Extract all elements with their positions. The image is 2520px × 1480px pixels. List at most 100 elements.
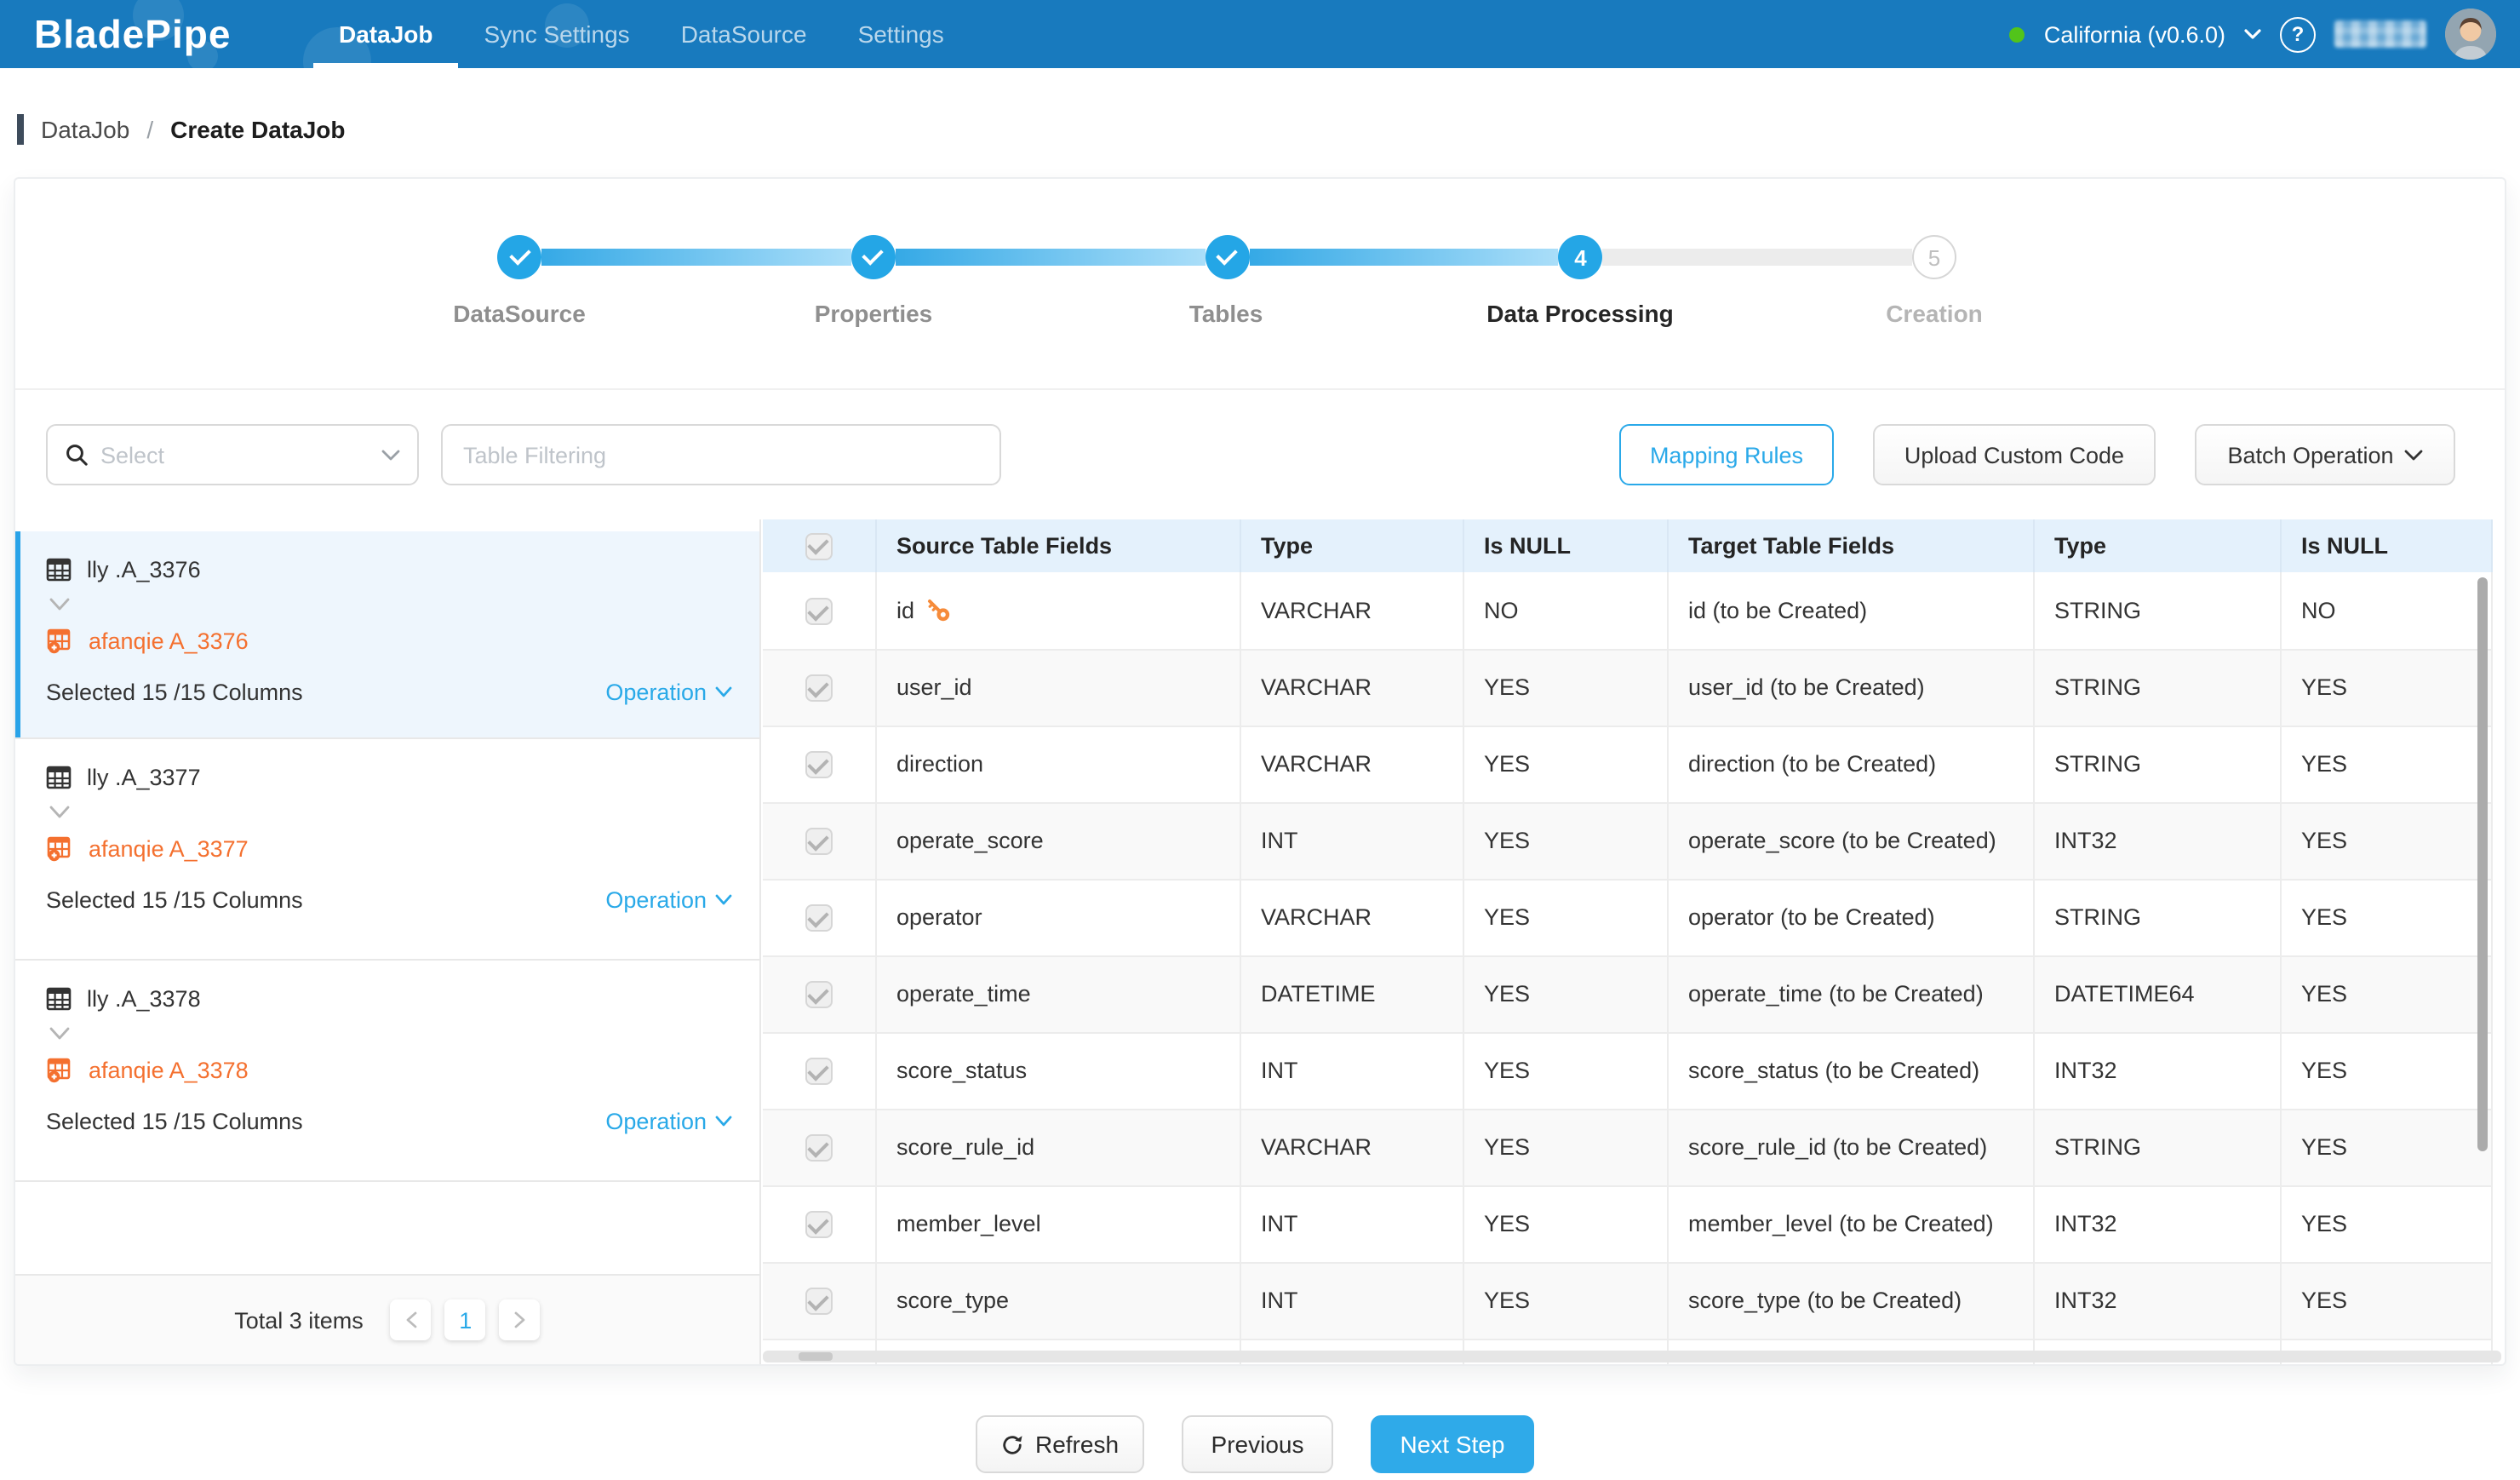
field-mapping-row: operate_time DATETIME YES operate_time (… [763, 955, 2491, 1032]
checkmark-icon [808, 753, 829, 774]
row-checkbox-cell [763, 1185, 875, 1262]
refresh-button[interactable]: Refresh [976, 1415, 1144, 1473]
source-type-cell: INT [1240, 1262, 1463, 1339]
target-field-cell: user_id (to be Created) [1667, 649, 2033, 726]
row-checkbox[interactable] [805, 1058, 833, 1086]
next-step-button[interactable]: Next Step [1371, 1415, 1534, 1473]
select-dropdown[interactable]: Select [46, 424, 419, 485]
source-isnull-cell: YES [1463, 649, 1667, 726]
target-type-cell: INT32 [2033, 802, 2280, 879]
target-table-create-icon [46, 1056, 73, 1083]
field-mapping-row: direction VARCHAR YES direction (to be C… [763, 726, 2491, 802]
source-table-row: lly .A_3376 [46, 548, 732, 589]
target-field-cell: score_rule_id (to be Created) [1667, 1109, 2033, 1185]
column-header: Target Table Fields [1667, 519, 2033, 572]
row-checkbox[interactable] [805, 752, 833, 779]
row-checkbox[interactable] [805, 598, 833, 625]
column-header: Is NULL [2280, 519, 2491, 572]
operation-link[interactable]: Operation [605, 1108, 732, 1133]
operation-link[interactable]: Operation [605, 886, 732, 912]
field-mapping-row: id VARCHAR NO id (to be Created) STRING … [763, 572, 2491, 649]
source-field-name: direction [896, 748, 983, 780]
nav-item-settings[interactable]: Settings [833, 0, 970, 68]
nav-items: DataJob Sync Settings DataSource Setting… [313, 0, 970, 68]
help-icon[interactable]: ? [2280, 16, 2316, 52]
source-field-wrap: score_status [896, 1054, 1218, 1087]
source-table-icon [46, 985, 72, 1011]
avatar-illustration [2445, 9, 2496, 60]
target-field-cell: score_type (to be Created) [1667, 1262, 2033, 1339]
step-connector [1603, 249, 1913, 266]
source-field-wrap: member_level [896, 1208, 1218, 1240]
target-isnull-cell: YES [2280, 1185, 2491, 1262]
checkmark-icon [808, 534, 829, 555]
target-type-cell: STRING [2033, 572, 2280, 649]
table-list-item[interactable]: lly .A_3376 afanqie A_3376 Selected 15 /… [15, 531, 759, 739]
breadcrumb: DataJob / Create DataJob [17, 112, 346, 146]
source-field-wrap: operate_score [896, 824, 1218, 857]
breadcrumb-accent-bar [17, 114, 24, 145]
select-placeholder: Select [100, 442, 369, 468]
table-list-item[interactable]: lly .A_3378 afanqie A_3378 Selected 15 /… [15, 961, 759, 1182]
source-table-name: lly .A_3376 [87, 556, 201, 582]
pagination-page-1[interactable]: 1 [445, 1299, 486, 1340]
operation-link[interactable]: Operation [605, 679, 732, 704]
avatar[interactable] [2445, 9, 2496, 60]
step-circle-2 [851, 235, 896, 279]
source-isnull-cell: NO [1463, 572, 1667, 649]
source-field-cell: direction [875, 726, 1240, 802]
pagination-total: Total 3 items [234, 1307, 364, 1333]
nav-item-sync-settings[interactable]: Sync Settings [458, 0, 655, 68]
selected-item-accent-bar [15, 531, 20, 737]
refresh-icon [1001, 1433, 1023, 1455]
step-connector [896, 249, 1206, 266]
pagination-next-button[interactable] [500, 1299, 541, 1340]
row-checkbox[interactable] [805, 982, 833, 1009]
field-mapping-row: operate_score INT YES operate_score (to … [763, 802, 2491, 879]
nav-item-label: Settings [858, 20, 944, 48]
table-list-items: lly .A_3376 afanqie A_3376 Selected 15 /… [15, 531, 759, 1182]
target-field-cell: member_level (to be Created) [1667, 1185, 2033, 1262]
source-table-name: lly .A_3377 [87, 764, 201, 789]
source-type-cell: VARCHAR [1240, 879, 1463, 955]
app-root: BladePipe DataJob Sync Settings DataSour… [0, 0, 2520, 1480]
batch-operation-button[interactable]: Batch Operation [2195, 424, 2455, 485]
batch-operation-label: Batch Operation [2227, 442, 2393, 468]
chevron-down-icon [2404, 449, 2423, 461]
target-field-cell: id (to be Created) [1667, 572, 2033, 649]
vertical-scrollbar[interactable] [2477, 577, 2488, 1151]
nav-item-datasource[interactable]: DataSource [656, 0, 833, 68]
field-mapping-row: operator VARCHAR YES operator (to be Cre… [763, 879, 2491, 955]
horizontal-scrollbar-track[interactable] [763, 1351, 2501, 1362]
row-checkbox[interactable] [805, 1212, 833, 1239]
source-field-name: score_type [896, 1284, 1009, 1317]
environment-label[interactable]: California (v0.6.0) [2044, 21, 2225, 47]
checkmark-icon [808, 829, 829, 851]
breadcrumb-root[interactable]: DataJob [41, 116, 129, 143]
row-checkbox[interactable] [805, 1135, 833, 1162]
step-label-5: Creation [1886, 300, 1983, 327]
checkmark-icon [808, 676, 829, 697]
field-mapping-row: score_rule_id VARCHAR YES score_rule_id … [763, 1109, 2491, 1185]
source-type-cell: VARCHAR [1240, 572, 1463, 649]
row-checkbox[interactable] [805, 675, 833, 703]
horizontal-scrollbar-thumb[interactable] [799, 1352, 833, 1361]
source-field-wrap: score_type [896, 1284, 1218, 1317]
row-checkbox-cell [763, 1109, 875, 1185]
select-all-checkbox[interactable] [805, 532, 833, 559]
table-list-item[interactable]: lly .A_3377 afanqie A_3377 Selected 15 /… [15, 739, 759, 961]
pagination-prev-button[interactable] [391, 1299, 432, 1340]
source-type-cell: VARCHAR [1240, 649, 1463, 726]
row-checkbox[interactable] [805, 1288, 833, 1316]
source-field-name: operator [896, 901, 982, 933]
checkmark-icon [808, 599, 829, 621]
mapping-rules-button[interactable]: Mapping Rules [1619, 424, 1834, 485]
upload-custom-code-button[interactable]: Upload Custom Code [1873, 424, 2156, 485]
nav-item-datajob[interactable]: DataJob [313, 0, 458, 68]
row-checkbox[interactable] [805, 829, 833, 856]
row-checkbox[interactable] [805, 905, 833, 932]
source-type-cell: INT [1240, 1032, 1463, 1109]
table-filter-input[interactable] [441, 424, 1001, 485]
previous-button[interactable]: Previous [1182, 1415, 1333, 1473]
chevron-down-icon [2244, 29, 2261, 39]
